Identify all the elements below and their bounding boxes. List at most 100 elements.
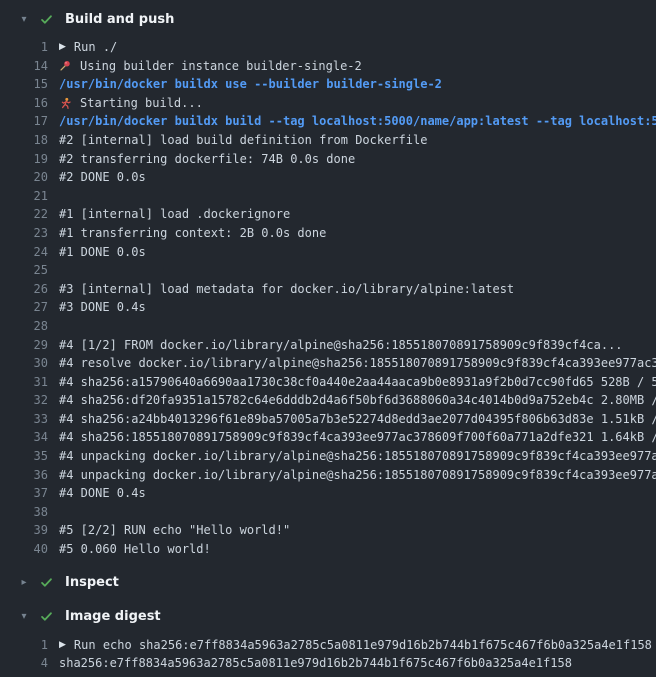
log-text-content: #4 unpacking docker.io/library/alpine@sh… [59,466,656,485]
line-number: 21 [14,187,48,206]
log-text: #4 unpacking docker.io/library/alpine@sh… [59,466,656,485]
log-line[interactable]: 30#4 resolve docker.io/library/alpine@sh… [0,354,656,373]
log-text-content: #4 sha256:a15790640a6690aa1730c38cf0a440… [59,373,656,392]
log-line[interactable]: 4sha256:e7ff8834a5963a2785c5a0811e979d16… [0,654,656,673]
expand-chevron-icon[interactable]: ▶ [59,636,66,655]
log-text: /usr/bin/docker buildx use --builder bui… [59,75,656,94]
log-text-content: #3 DONE 0.4s [59,298,146,317]
log-text-content: #4 sha256:185518070891758909c9f839cf4ca3… [59,428,656,447]
log-line[interactable]: 25 [0,261,656,280]
log-text: #4 [1/2] FROM docker.io/library/alpine@s… [59,336,656,355]
check-icon [40,576,53,589]
line-number: 19 [14,150,48,169]
log-text: #4 sha256:a24bb4013296f61e89ba57005a7b3e… [59,410,656,429]
log-text-content: #3 [internal] load metadata for docker.i… [59,280,514,299]
log-text-content: #4 [1/2] FROM docker.io/library/alpine@s… [59,336,623,355]
log-line[interactable]: 19 #2 transferring dockerfile: 74B 0.0s d… [0,150,656,169]
log-line[interactable]: 15/usr/bin/docker buildx use --builder b… [0,75,656,94]
log-text-content: #1 transferring context: 2B 0.0s done [59,224,326,243]
log-text-content: #1 DONE 0.0s [59,243,146,262]
line-number: 37 [14,484,48,503]
log-text: #4 DONE 0.4s [59,484,656,503]
log-text-content: #2 transferring dockerfile: 74B 0.0s don… [59,150,355,169]
log-line[interactable]: 1 ▶ Run ./ [0,38,656,57]
log-text: #1 DONE 0.0s [59,243,656,262]
log-line[interactable]: 18#2 [internal] load build definition fr… [0,131,656,150]
section-image-digest: ▾ Image digest 1▶Run echo sha256:e7ff8834a… [0,603,656,677]
log-line[interactable]: 34#4 sha256:185518070891758909c9f839cf4c… [0,428,656,447]
line-number: 20 [14,168,48,187]
log-text-content: #5 0.060 Hello world! [59,540,211,559]
log-line[interactable]: 22#1 [internal] load .dockerignore [0,205,656,224]
log-line[interactable]: 17/usr/bin/docker buildx build --tag loc… [0,112,656,131]
log-text: #1 transferring context: 2B 0.0s done [59,224,656,243]
log-line[interactable]: 16Starting build... [0,94,656,113]
log-line[interactable]: 24#1 DONE 0.0s [0,243,656,262]
section-body: 1▶Run echo sha256:e7ff8834a5963a2785c5a0… [0,631,656,677]
log-text-content: Run ./ [74,38,117,57]
log-text: #4 sha256:185518070891758909c9f839cf4ca3… [59,428,656,447]
log-line[interactable]: 27#3 DONE 0.4s [0,298,656,317]
log-text: ▶ Run echo sha256:e7ff8834a5963a2785c5a08… [59,636,656,655]
log-text-content: #1 [internal] load .dockerignore [59,205,290,224]
log-text: /usr/bin/docker buildx build --tag local… [59,112,656,131]
log-line[interactable]: 39 #5 [2/2] RUN echo "Hello world!" [0,521,656,540]
log-text: #4 unpacking docker.io/library/alpine@sh… [59,447,656,466]
log-line[interactable]: 20#2 DONE 0.0s [0,168,656,187]
disclosure-triangle-icon[interactable]: ▸ [16,577,32,588]
disclosure-triangle-icon[interactable]: ▾ [16,611,32,622]
log-text: Starting build... [59,94,656,113]
check-icon [40,13,53,26]
section-build-and-push: ▾ Build and push 1 ▶ Run ./14Using builder i… [0,5,656,563]
log-line[interactable]: 29 #4 [1/2] FROM docker.io/library/alpine… [0,336,656,355]
section-header-build-and-push[interactable]: ▾ Build and push [0,5,656,33]
line-number: 26 [14,280,48,299]
section-body: 1 ▶ Run ./14Using builder instance builder… [0,33,656,563]
section-title: Image digest [65,609,161,624]
section-header-image-digest[interactable]: ▾ Image digest [0,603,656,631]
line-number: 38 [14,503,48,522]
line-number: 33 [14,410,48,429]
log-text: sha256:e7ff8834a5963a2785c5a0811e979d16b… [59,654,656,673]
log-text: Using builder instance builder-single-2 [59,57,656,76]
log-line[interactable]: 28 [0,317,656,336]
disclosure-triangle-icon[interactable]: ▾ [16,14,32,25]
log-text-content: #4 unpacking docker.io/library/alpine@sh… [59,447,656,466]
log-line[interactable]: 32#4 sha256:df20fa9351a15782c64e6dddb2d4… [0,391,656,410]
line-number: 23 [14,224,48,243]
section-inspect: ▸Inspect [0,569,656,597]
log-text-content: #4 sha256:a24bb4013296f61e89ba57005a7b3e… [59,410,656,429]
log-line[interactable]: 1▶Run echo sha256:e7ff8834a5963a2785c5a0… [0,636,656,655]
section-title: Build and push [65,12,174,27]
log-text-content: Run echo sha256:e7ff8834a5963a2785c5a081… [74,636,652,655]
log-text-content: #5 [2/2] RUN echo "Hello world!" [59,521,290,540]
log-line[interactable]: 21 [0,187,656,206]
log-line[interactable]: 38 [0,503,656,522]
log-line[interactable]: 14Using builder instance builder-single-… [0,57,656,76]
log-line[interactable]: 36 #4 unpacking docker.io/library/alpine@… [0,466,656,485]
line-number: 25 [14,261,48,280]
line-number: 17 [14,112,48,131]
log-line[interactable]: 23 #1 transferring context: 2B 0.0s done [0,224,656,243]
log-line[interactable]: 26 #3 [internal] load metadata for docker… [0,280,656,299]
log-text: #4 sha256:a15790640a6690aa1730c38cf0a440… [59,373,656,392]
line-number: 1 [14,38,48,57]
line-number: 28 [14,317,48,336]
log-line[interactable]: 31#4 sha256:a15790640a6690aa1730c38cf0a4… [0,373,656,392]
log-line[interactable]: 33 #4 sha256:a24bb4013296f61e89ba57005a7b… [0,410,656,429]
line-number: 29 [14,336,48,355]
line-number: 36 [14,466,48,485]
log-line[interactable]: 40#5 0.060 Hello world! [0,540,656,559]
line-number: 18 [14,131,48,150]
line-number: 15 [14,75,48,94]
check-icon [40,610,53,623]
log-text: #5 0.060 Hello world! [59,540,656,559]
log-line[interactable]: 37 #4 DONE 0.4s [0,484,656,503]
expand-chevron-icon[interactable]: ▶ [59,38,66,57]
log-text-content: /usr/bin/docker buildx build --tag local… [59,112,656,131]
log-text-content: Starting build... [80,94,203,113]
section-header-inspect[interactable]: ▸Inspect [0,569,656,597]
log-line[interactable]: 35 #4 unpacking docker.io/library/alpine@… [0,447,656,466]
line-number: 39 [14,521,48,540]
line-number: 35 [14,447,48,466]
